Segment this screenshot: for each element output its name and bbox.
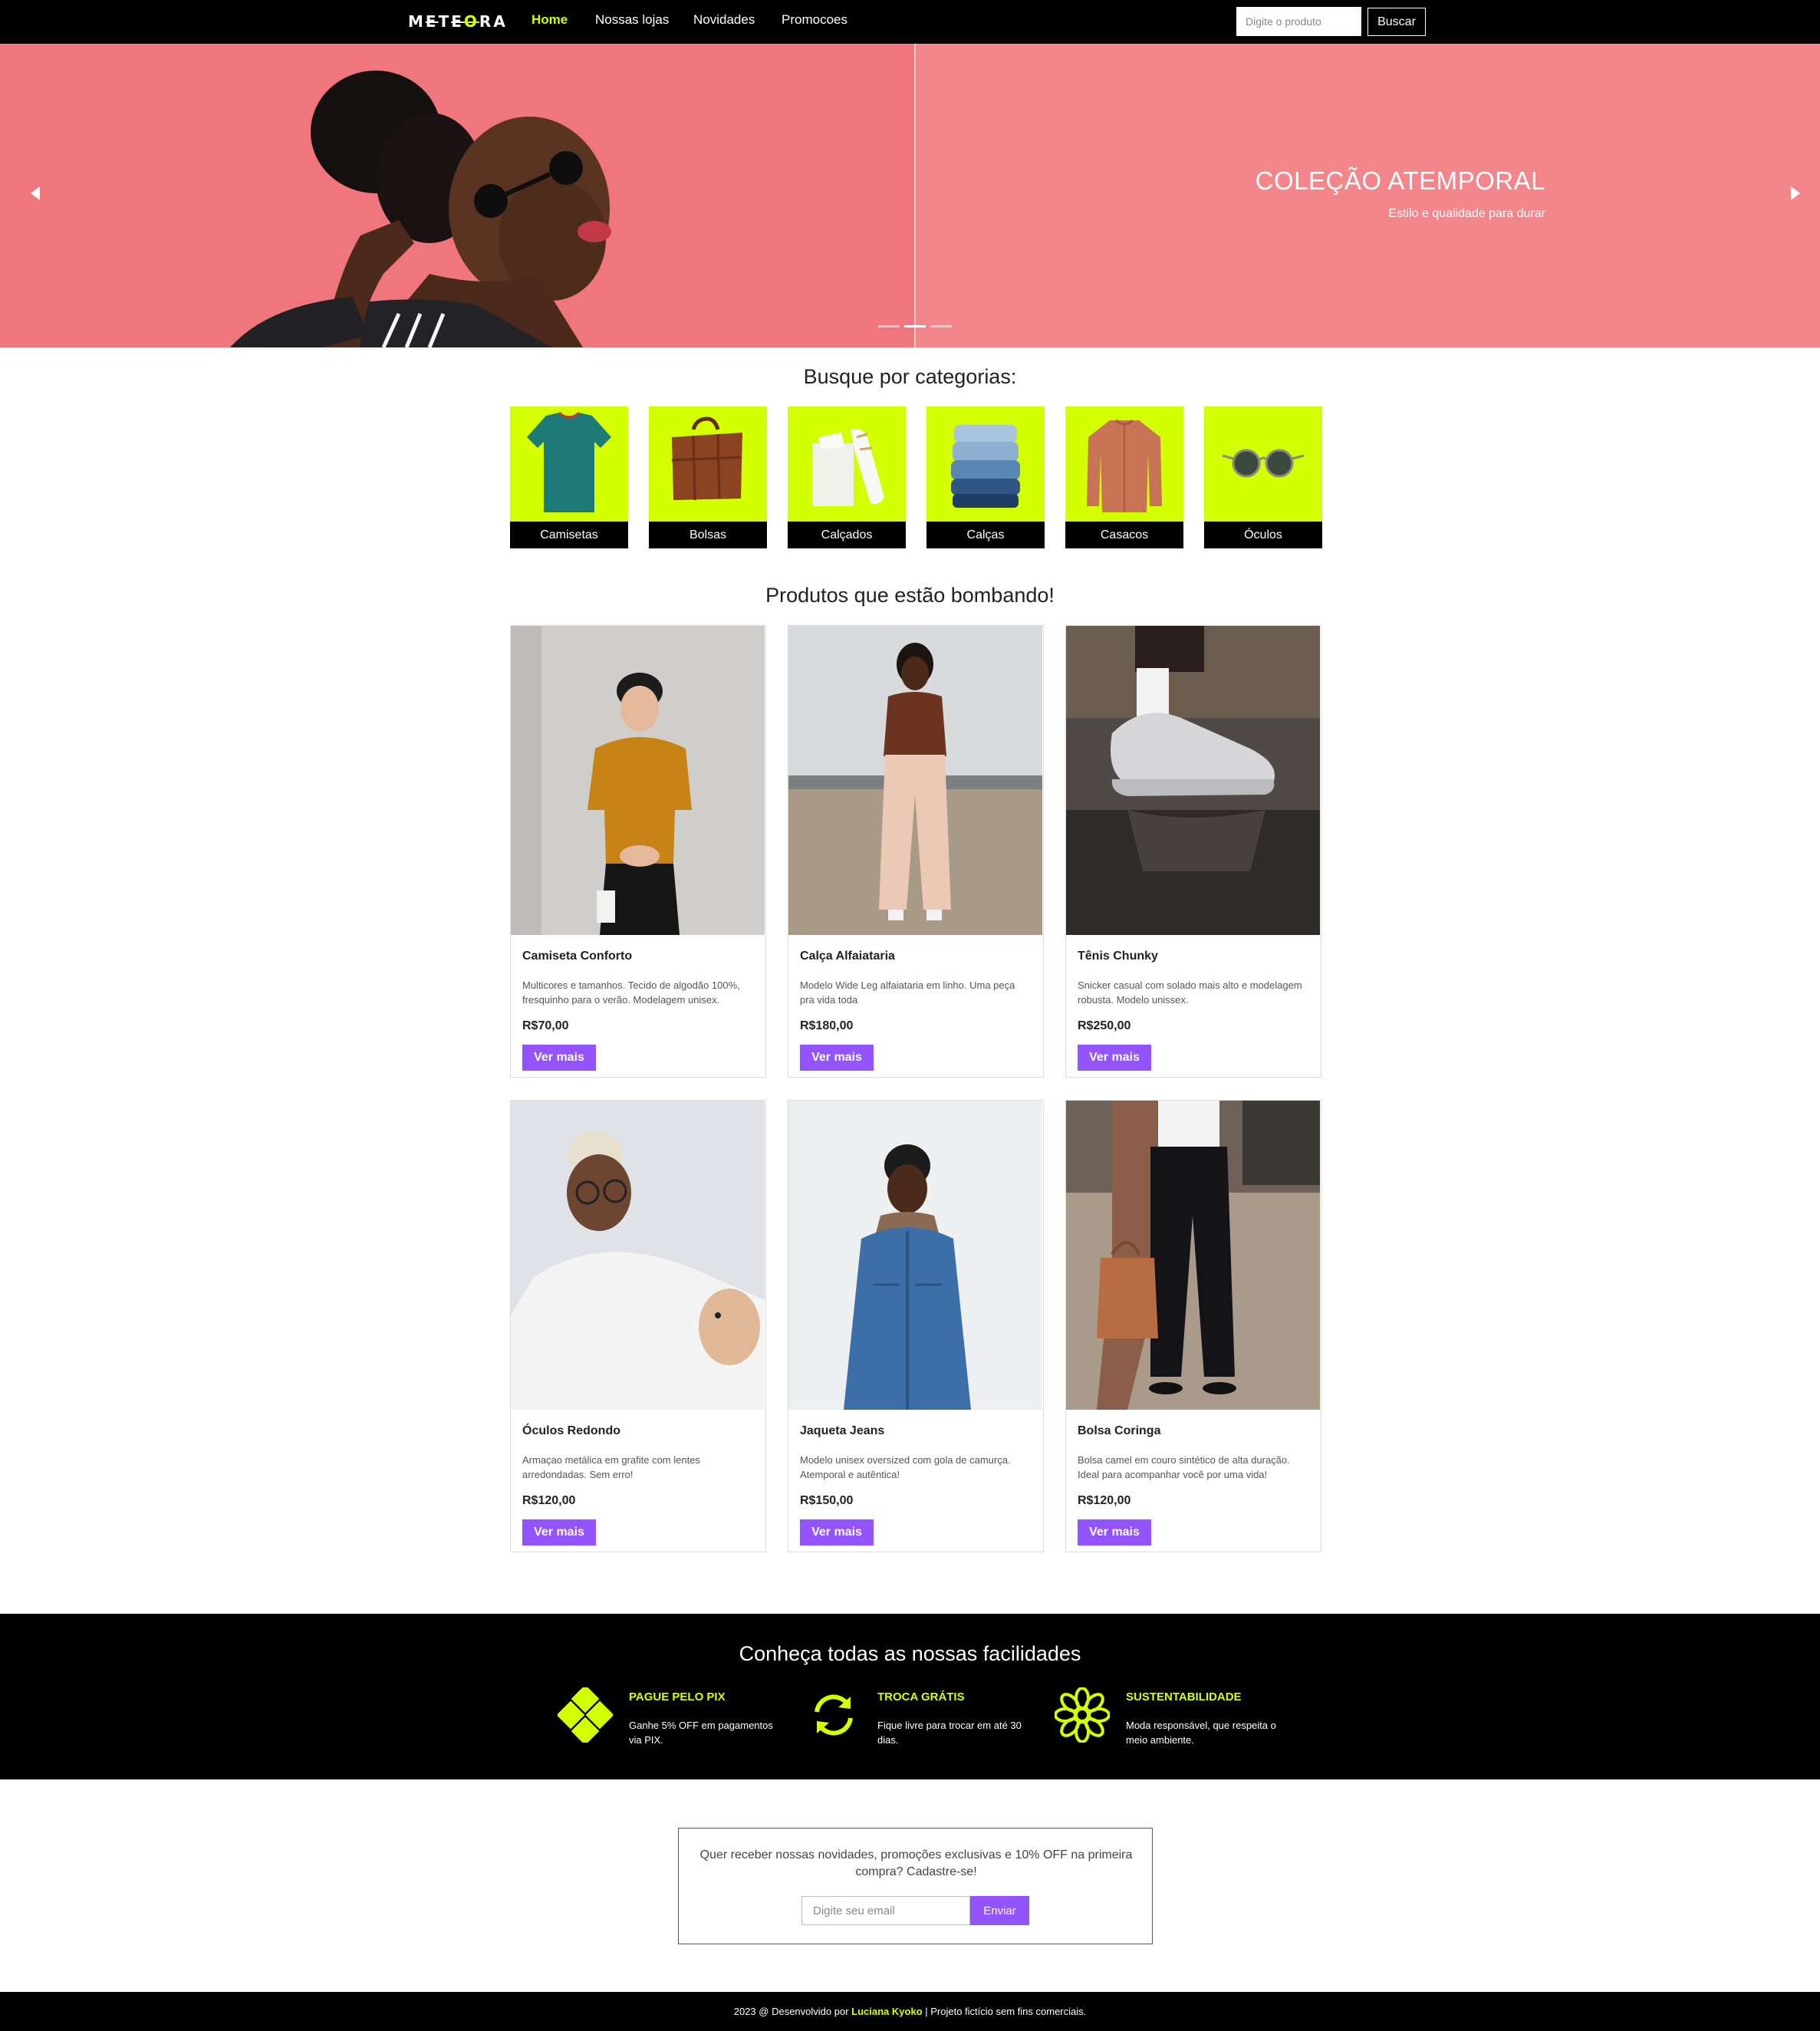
product-image[interactable] — [511, 1101, 765, 1410]
footer-author[interactable]: Luciana Kyoko — [851, 2006, 922, 2017]
hero-divider — [914, 44, 916, 347]
ver-mais-button[interactable]: Ver mais — [800, 1519, 874, 1545]
category-label: Bolsas — [649, 522, 767, 548]
category-label: Calçados — [788, 522, 906, 548]
carousel-prev-icon[interactable] — [31, 186, 40, 200]
logo[interactable]: M E T E O RA — [408, 12, 508, 31]
exchange-icon — [815, 1694, 853, 1736]
ver-mais-button[interactable]: Ver mais — [522, 1045, 596, 1071]
ver-mais-button[interactable]: Ver mais — [522, 1519, 596, 1545]
facility-heading: TROCA GRÁTIS — [877, 1690, 965, 1703]
nav-link-promocoes[interactable]: Promocoes — [782, 12, 847, 28]
product-image[interactable] — [788, 1101, 1042, 1410]
product-card-bolsa-coringa: Bolsa Coringa Bolsa camel em couro sinté… — [1065, 1100, 1321, 1552]
carousel-indicator[interactable] — [878, 325, 900, 328]
email-field[interactable] — [801, 1896, 970, 1925]
product-description: Armaçao metálica em grafite com lentes a… — [522, 1454, 700, 1480]
footer-prefix: 2023 @ Desenvolvido por — [733, 2006, 849, 2017]
product-price: R$250,00 — [1078, 1019, 1131, 1032]
facilities-title: Conheça todas as nossas facilidades — [739, 1642, 1081, 1665]
category-bolsas[interactable]: Bolsas — [649, 407, 767, 548]
hero-carousel: COLEÇÃO ATEMPORAL Estilo e qualidade par… — [0, 44, 1820, 347]
product-card-oculos-redondo: Óculos Redondo Armaçao metálica em grafi… — [510, 1100, 766, 1552]
category-camisetas[interactable]: Camisetas — [510, 407, 628, 548]
category-casacos[interactable]: Casacos — [1065, 407, 1183, 548]
product-image[interactable] — [511, 626, 765, 935]
ver-mais-button[interactable]: Ver mais — [1078, 1519, 1151, 1545]
product-description: Snicker casual com solado mais alto e mo… — [1078, 979, 1302, 1006]
product-price: R$180,00 — [800, 1019, 854, 1032]
sunglasses-icon — [1222, 449, 1305, 478]
footer-suffix: | Projeto fictício sem fins comerciais. — [925, 2006, 1087, 2017]
facility-text: Fique livre para trocar em até 30 dias. — [877, 1720, 1022, 1746]
facilities-section: Conheça todas as nossas facilidades PAGU… — [0, 1614, 1820, 1779]
product-card-tenis-chunky: Tênis Chunky Snicker casual com solado m… — [1065, 625, 1321, 1078]
product-name: Bolsa Coringa — [1078, 1424, 1161, 1437]
product-description: Multicores e tamanhos. Tecido de algodão… — [522, 979, 740, 1006]
carousel-indicators — [878, 325, 952, 328]
product-description: Modelo Wide Leg alfaiataria em linho. Um… — [800, 979, 1015, 1006]
product-description: Bolsa camel em couro sintético de alta d… — [1078, 1454, 1290, 1480]
product-name: Tênis Chunky — [1078, 950, 1158, 963]
carousel-indicator[interactable] — [930, 325, 952, 328]
carousel-next-icon[interactable] — [1791, 186, 1800, 200]
nav-link-novidades[interactable]: Novidades — [693, 12, 755, 28]
product-name: Jaqueta Jeans — [800, 1424, 885, 1437]
product-card-camiseta-conforto: Camiseta Conforto Multicores e tamanhos.… — [510, 625, 766, 1078]
newsletter-text: Quer receber nossas novidades, promoções… — [699, 1848, 1133, 1878]
bag-icon — [671, 416, 742, 501]
category-label: Casacos — [1065, 522, 1183, 548]
product-image[interactable] — [1066, 1101, 1320, 1410]
jeans-icon — [951, 425, 1020, 508]
product-description: Modelo unisex oversized com gola de camu… — [800, 1454, 1011, 1480]
product-name: Camiseta Conforto — [522, 950, 633, 963]
carousel-indicator-active[interactable] — [904, 325, 926, 328]
jacket-icon — [1087, 419, 1162, 512]
ver-mais-button[interactable]: Ver mais — [1078, 1045, 1151, 1071]
search-button[interactable]: Buscar — [1367, 8, 1426, 36]
category-calcas[interactable]: Calças — [926, 407, 1045, 548]
product-price: R$120,00 — [522, 1494, 576, 1507]
facility-heading: SUSTENTABILIDADE — [1126, 1690, 1242, 1703]
nav-link-nossas-lojas[interactable]: Nossas lojas — [595, 12, 669, 28]
category-label: Calças — [926, 522, 1045, 548]
newsletter-box: Quer receber nossas novidades, promoções… — [678, 1828, 1153, 1944]
facility-heading: PAGUE PELO PIX — [629, 1690, 726, 1703]
nav-link-home[interactable]: Home — [532, 12, 568, 28]
facility-text: Moda responsável, que respeita o meio am… — [1126, 1720, 1276, 1746]
product-price: R$150,00 — [800, 1494, 854, 1507]
product-name: Calça Alfaiataria — [800, 950, 895, 963]
category-calcados[interactable]: Calçados — [788, 407, 906, 548]
hero-subtitle: Estilo e qualidade para durar — [1388, 207, 1545, 220]
category-oculos[interactable]: Óculos — [1204, 407, 1322, 548]
product-price: R$70,00 — [522, 1019, 569, 1032]
product-image[interactable] — [1066, 626, 1320, 935]
product-card-calca-alfaiataria: Calça Alfaiataria Modelo Wide Leg alfaia… — [788, 625, 1044, 1078]
navbar: M E T E O RA Home Nossas lojas Novidades Prom… — [0, 0, 1820, 44]
hero-title: COLEÇÃO ATEMPORAL — [1255, 166, 1545, 195]
product-name: Óculos Redondo — [522, 1424, 620, 1437]
products-title: Produtos que estão bombando! — [765, 584, 1055, 607]
product-price: R$120,00 — [1078, 1494, 1131, 1507]
flower-icon — [1055, 1687, 1110, 1743]
shoe-icon — [812, 429, 884, 506]
category-label: Óculos — [1204, 522, 1322, 548]
footer: 2023 @ Desenvolvido por Luciana Kyoko | … — [0, 1992, 1820, 2031]
search-input[interactable] — [1236, 7, 1361, 36]
product-image[interactable] — [788, 626, 1042, 935]
pix-icon — [558, 1687, 613, 1743]
categories-title: Busque por categorias: — [803, 365, 1017, 388]
ver-mais-button[interactable]: Ver mais — [800, 1045, 874, 1071]
tshirt-icon — [527, 411, 611, 512]
product-card-jaqueta-jeans: Jaqueta Jeans Modelo unisex oversized co… — [788, 1100, 1044, 1552]
facility-text: Ganhe 5% OFF em pagamentos via PIX. — [629, 1720, 773, 1746]
hero-photo — [0, 44, 914, 347]
enviar-button[interactable]: Enviar — [970, 1896, 1029, 1925]
category-label: Camisetas — [510, 522, 628, 548]
